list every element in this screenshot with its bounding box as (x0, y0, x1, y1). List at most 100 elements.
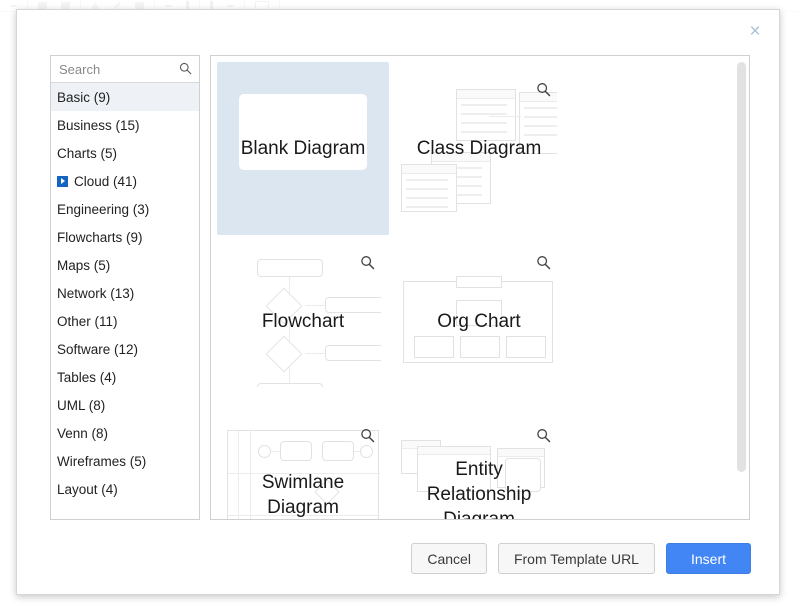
class-row (461, 104, 507, 106)
connector (461, 144, 462, 154)
sidebar-item-label: Maps (5) (57, 258, 110, 273)
dialog-body: Basic (9) Business (15) Charts (5) Cloud (4… (50, 55, 750, 520)
class-header (402, 165, 456, 174)
sidebar-item-label: Flowcharts (9) (57, 230, 143, 245)
class-box (456, 89, 516, 141)
connector (289, 367, 290, 383)
org-leaf (460, 336, 500, 358)
decision-diamond (266, 336, 303, 373)
sidebar-item[interactable]: Software (12) (51, 335, 199, 363)
sidebar-item-label: Charts (5) (57, 146, 117, 161)
class-row (461, 122, 507, 124)
connector (354, 451, 362, 452)
template-scrollbar-thumb[interactable] (737, 62, 746, 472)
class-header (432, 153, 490, 162)
magnifier-icon[interactable] (536, 255, 551, 270)
sidebar-item[interactable]: Maps (5) (51, 251, 199, 279)
category-list: Basic (9) Business (15) Charts (5) Cloud (4… (51, 83, 199, 519)
template-panel: Blank DiagramClass DiagramFlowchartOrg C… (210, 55, 750, 520)
sidebar-item-label: Wireframes (5) (57, 454, 146, 469)
cancel-button[interactable]: Cancel (411, 543, 487, 574)
template-preview (401, 84, 557, 214)
sidebar-item-label: Venn (8) (57, 426, 108, 441)
lane-divider (228, 515, 380, 516)
lane-divider (250, 431, 251, 520)
magnifier-icon[interactable] (536, 82, 551, 97)
sidebar-item-label: Basic (9) (57, 90, 110, 105)
lane-divider (228, 473, 380, 474)
magnifier-icon[interactable] (360, 428, 375, 443)
org-frame (403, 281, 553, 363)
sidebar-item[interactable]: UML (8) (51, 391, 199, 419)
sidebar-item[interactable]: Layout (4) (51, 475, 199, 503)
template-tile[interactable]: Class Diagram (393, 62, 565, 235)
template-grid: Blank DiagramClass DiagramFlowchartOrg C… (211, 62, 735, 519)
swimlane-frame (227, 430, 379, 520)
connector (305, 353, 325, 354)
expand-node-icon[interactable] (57, 176, 68, 187)
sidebar-item-label: Other (11) (57, 314, 118, 329)
flow-box (257, 259, 323, 277)
template-tile[interactable]: Blank Diagram (217, 62, 389, 235)
toolbar-icon-ghost (10, 5, 17, 7)
template-preview (225, 257, 381, 387)
template-picker-dialog: × Basic (9) Business (15) Charts (5) Cloud … (16, 9, 780, 595)
template-preview (401, 430, 557, 520)
insert-button[interactable]: Insert (666, 543, 751, 574)
entity-header (418, 447, 490, 455)
connector (305, 305, 325, 306)
toolbar-icon-ghost (227, 5, 234, 7)
flow-box (325, 345, 381, 361)
toolbar-icon-ghost (91, 2, 99, 9)
template-scrollbar-track[interactable] (736, 58, 747, 517)
task-box (280, 441, 312, 461)
sidebar-item-label: Tables (4) (57, 370, 116, 385)
connector (289, 319, 290, 341)
decision-diamond (314, 479, 339, 504)
entity-box (417, 446, 491, 492)
sidebar-item[interactable]: Business (15) (51, 111, 199, 139)
template-tile[interactable]: Flowchart (217, 235, 389, 408)
class-box (519, 92, 557, 154)
sidebar-item[interactable]: Other (11) (51, 307, 199, 335)
magnifier-icon[interactable] (360, 255, 375, 270)
class-row (524, 125, 557, 127)
sidebar-item[interactable]: Network (13) (51, 279, 199, 307)
class-header (457, 90, 515, 99)
sidebar-item[interactable]: Venn (8) (51, 419, 199, 447)
sidebar-item-label: Business (15) (57, 118, 140, 133)
class-row (406, 188, 448, 190)
connector (489, 116, 521, 117)
sidebar-item-label: Software (12) (57, 342, 138, 357)
close-icon[interactable]: × (743, 19, 767, 43)
entity-header (498, 449, 544, 457)
template-tile[interactable]: Entity Relationship Diagram (393, 408, 565, 520)
class-box (401, 164, 457, 212)
magnifier-icon[interactable] (536, 428, 551, 443)
start-node (258, 445, 271, 458)
sidebar-item[interactable]: Basic (9) (51, 83, 199, 111)
sidebar-item[interactable]: Charts (5) (51, 139, 199, 167)
toolbar-icon-ghost (38, 2, 47, 9)
toolbar-icon-ghost (61, 2, 70, 9)
template-preview (401, 257, 557, 387)
sidebar-item-label: Network (13) (57, 286, 134, 301)
sidebar-item[interactable]: Engineering (3) (51, 195, 199, 223)
sidebar-item[interactable]: Flowcharts (9) (51, 223, 199, 251)
toolbar-icon-ghost (113, 2, 121, 9)
template-tile[interactable]: Org Chart (393, 235, 565, 408)
from-template-url-button[interactable]: From Template URL (498, 543, 655, 574)
org-node (456, 300, 502, 326)
sidebar-item[interactable]: Cloud (41) (51, 167, 199, 195)
class-row (461, 113, 507, 115)
sidebar-item[interactable]: Tables (4) (51, 363, 199, 391)
search-input[interactable] (51, 56, 199, 82)
class-row (461, 131, 507, 133)
sidebar-item[interactable]: Wireframes (5) (51, 447, 199, 475)
dialog-footer: Cancel From Template URL Insert (411, 543, 751, 574)
org-leaf (414, 336, 454, 358)
category-sidebar: Basic (9) Business (15) Charts (5) Cloud (4… (50, 55, 200, 520)
template-tile[interactable]: Swimlane Diagram (217, 408, 389, 520)
class-row (406, 206, 448, 208)
class-row (524, 134, 557, 136)
